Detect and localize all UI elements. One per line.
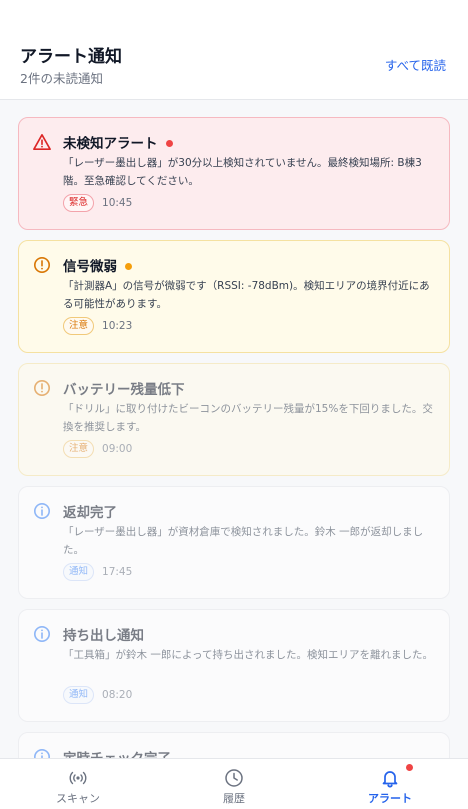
alert-meta: 注意 09:00 — [63, 440, 132, 458]
notification-dot — [406, 764, 413, 771]
info-circle-icon — [33, 502, 51, 520]
alert-title: 信号微弱 — [63, 255, 132, 275]
alert-meta: 注意 10:23 — [63, 317, 132, 335]
warning-circle-icon — [33, 379, 51, 397]
alert-time: 08:20 — [102, 689, 133, 701]
alert-message: 「レーザー墨出し器」が資材倉庫で検知されました。鈴木 一郎が返却しました。 — [63, 526, 424, 556]
alert-time: 09:00 — [102, 443, 133, 455]
alert-card-returned[interactable]: 返却完了 「レーザー墨出し器」が資材倉庫で検知されました。鈴木 一郎が返却しまし… — [18, 486, 450, 599]
nav-history[interactable]: 履歴 — [156, 759, 312, 809]
nav-history-label: 履歴 — [223, 792, 245, 805]
alert-message: 「レーザー墨出し器」が30分以上検知されていません。最終検知場所: B棟3階。至… — [63, 157, 422, 187]
app-header: アラート通知 2件の未読通知 すべて既読 — [0, 0, 468, 100]
page-title: アラート通知 — [20, 47, 122, 67]
severity-badge: 通知 — [63, 563, 95, 581]
alert-message: 「計測器A」の信号が微弱です（RSSI: -78dBm)。検知エリアの境界付近に… — [63, 280, 430, 310]
warning-circle-icon — [33, 256, 51, 274]
bottom-nav: スキャン 履歴 アラート — [0, 758, 468, 809]
signal-broadcast-icon — [69, 771, 87, 785]
alert-card-low-battery[interactable]: バッテリー残量低下 「ドリル」に取り付けたビーコンのバッテリー残量が15%を下回… — [18, 363, 450, 476]
alert-card-checkout[interactable]: 持ち出し通知 「工具箱」が鈴木 一郎によって持ち出されました。検知エリアを離れま… — [18, 609, 450, 722]
alert-time: 17:45 — [102, 566, 133, 578]
alert-title: 返却完了 — [63, 505, 117, 521]
alert-time: 10:23 — [102, 320, 133, 332]
alert-card-undetected[interactable]: 未検知アラート 「レーザー墨出し器」が30分以上検知されていません。最終検知場所… — [18, 117, 450, 230]
alert-meta: 通知 08:20 — [63, 686, 132, 704]
clock-icon — [225, 769, 243, 787]
mark-all-read-button[interactable]: すべて既読 — [385, 55, 446, 74]
severity-badge: 注意 — [63, 440, 95, 458]
bell-icon — [382, 771, 398, 788]
severity-badge: 緊急 — [63, 194, 95, 212]
nav-alerts-label: アラート — [368, 792, 412, 805]
alert-card-weak-signal[interactable]: 信号微弱 「計測器A」の信号が微弱です（RSSI: -78dBm)。検知エリアの… — [18, 240, 450, 353]
alert-time: 10:45 — [102, 197, 133, 209]
alert-title: バッテリー残量低下 — [63, 382, 185, 398]
unread-dot — [125, 262, 132, 270]
nav-alerts[interactable]: アラート — [312, 759, 468, 809]
alert-meta: 通知 17:45 — [63, 563, 132, 581]
nav-scan[interactable]: スキャン — [0, 759, 156, 809]
alert-title: 持ち出し通知 — [63, 628, 144, 644]
alert-list: 未検知アラート 「レーザー墨出し器」が30分以上検知されていません。最終検知場所… — [18, 117, 450, 802]
unread-dot — [165, 139, 173, 147]
unread-count-subtitle: 2件の未読通知 — [20, 71, 103, 86]
info-circle-icon — [33, 625, 51, 643]
severity-badge: 注意 — [63, 317, 95, 335]
alert-message: 「工具箱」が鈴木 一郎によって持ち出されました。検知エリアを離れました。 — [63, 649, 433, 661]
nav-scan-label: スキャン — [56, 792, 100, 805]
alert-meta: 緊急 10:45 — [63, 194, 132, 212]
alert-message: 「ドリル」に取り付けたビーコンのバッテリー残量が15%を下回りました。交換を推奨… — [63, 403, 433, 433]
warning-triangle-icon — [33, 133, 51, 151]
severity-badge: 通知 — [63, 686, 95, 704]
alert-title: 未検知アラート — [63, 132, 173, 152]
